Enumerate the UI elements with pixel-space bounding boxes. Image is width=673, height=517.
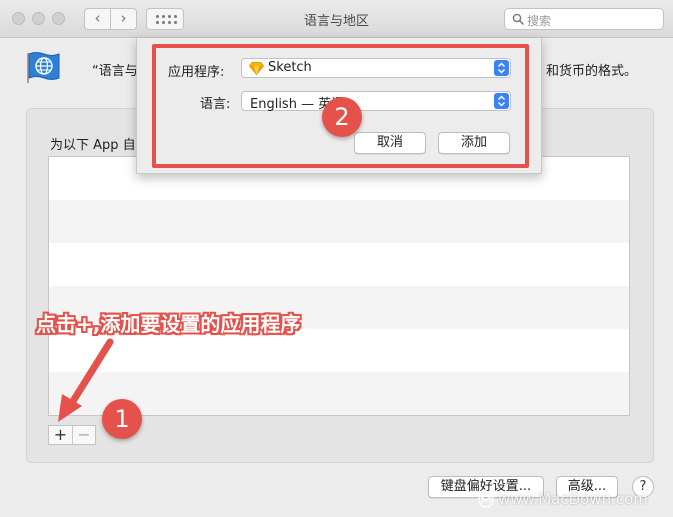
search-placeholder: 搜索 [527,14,552,28]
watermark-text: www.MacDown.com [498,490,648,508]
instruction-callout: 点击+,添加要设置的应用程序 [36,312,301,336]
app-list[interactable] [48,156,630,416]
watermark-logo-icon [478,492,494,508]
title-bar: ‹ › 语言与地区 搜索 [0,0,673,38]
preferences-window: ‹ › 语言与地区 搜索 “语言与 和货币的格式。 为以下 App 自定 + −… [0,0,673,517]
search-icon [512,13,524,25]
add-app-button[interactable]: + [49,426,73,444]
description-text-end: 和货币的格式。 [546,64,638,79]
step-badge-1: 1 [102,399,142,439]
group-label: 为以下 App 自定 [50,138,149,153]
list-plus-minus-control: + − [48,425,96,445]
list-row [49,243,629,286]
list-row [49,200,629,243]
step-badge-2: 2 [322,97,362,137]
description-text: “语言与 [92,64,138,79]
search-field[interactable]: 搜索 [504,8,664,30]
remove-app-button[interactable]: − [73,426,95,444]
flag-globe-icon [27,52,60,83]
